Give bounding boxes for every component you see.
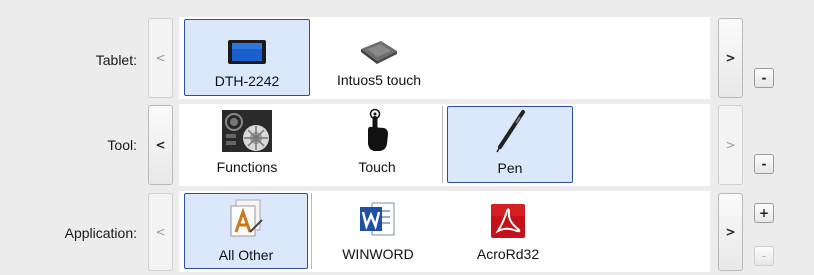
tablet-next-button[interactable]: > (718, 18, 743, 98)
pen-icon (492, 110, 528, 153)
touch-hand-icon (362, 108, 392, 152)
tool-separator (442, 106, 443, 183)
application-add-button[interactable]: + (754, 203, 774, 223)
all-other-apps-icon (226, 199, 266, 240)
tool-item-functions[interactable]: Functions (184, 106, 310, 183)
tool-remove-button[interactable]: - (754, 154, 774, 174)
application-item-label: AcroRd32 (476, 246, 540, 262)
tool-label: Tool: (107, 137, 137, 153)
tablet-label: Tablet: (95, 52, 137, 68)
application-item-acrord32[interactable]: AcroRd32 (445, 193, 571, 269)
application-item-winword[interactable]: WINWORD (315, 193, 441, 269)
tool-strip: Functions Touch Pen (179, 104, 710, 186)
tool-item-label: Touch (358, 159, 396, 175)
application-item-all-other[interactable]: All Other (184, 193, 308, 269)
application-item-label: WINWORD (342, 246, 414, 262)
tablet-item-label: Intuos5 touch (336, 72, 422, 88)
pen-tablet-icon (359, 25, 399, 65)
tool-item-touch[interactable]: Touch (314, 106, 440, 183)
application-item-label: All Other (218, 247, 274, 263)
tablet-strip: DTH-2242 Intuos5 touch (179, 17, 710, 99)
acrobat-icon (490, 199, 526, 239)
tablet-item-intuos5-touch[interactable]: Intuos5 touch (314, 19, 444, 96)
application-remove-button[interactable]: - (754, 246, 774, 266)
application-next-button[interactable]: > (718, 193, 743, 271)
tablet-item-dth-2242[interactable]: DTH-2242 (184, 19, 310, 96)
word-icon (358, 199, 398, 239)
application-label: Application: (64, 225, 137, 241)
tool-item-label: Functions (216, 159, 278, 175)
tool-item-label: Pen (497, 160, 523, 176)
tool-next-button[interactable]: > (718, 105, 743, 185)
functions-icon (222, 110, 272, 152)
application-prev-button[interactable]: < (148, 193, 173, 271)
tablet-remove-button[interactable]: - (754, 68, 774, 88)
tablet-item-label: DTH-2242 (214, 73, 280, 89)
tool-item-pen[interactable]: Pen (447, 106, 573, 183)
tool-prev-button[interactable]: < (148, 105, 173, 185)
application-strip: All Other WINWORD AcroRd32 (179, 191, 710, 272)
application-separator (311, 193, 312, 269)
tablet-prev-button[interactable]: < (148, 18, 173, 98)
display-tablet-icon (227, 26, 267, 66)
